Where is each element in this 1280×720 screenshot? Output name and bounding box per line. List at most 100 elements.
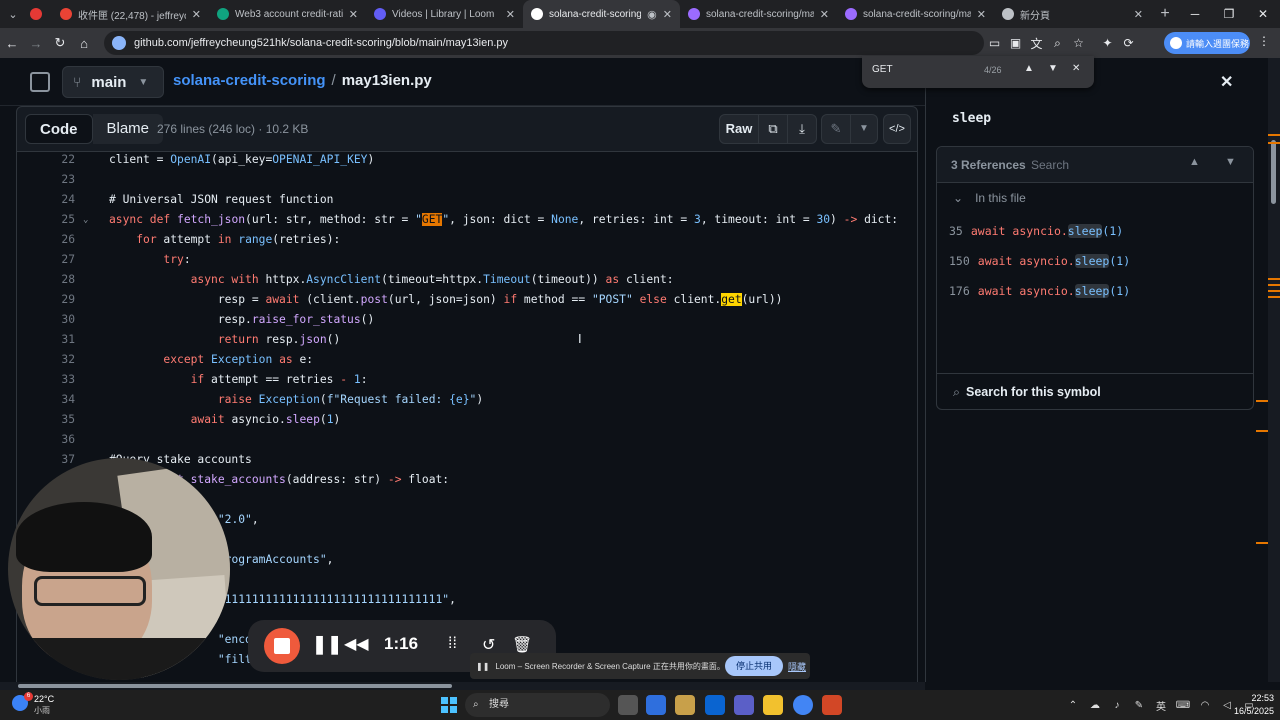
tab-close-icon[interactable]: ✕ (506, 8, 515, 21)
line-number[interactable]: 22 (17, 152, 75, 170)
ime-indicator[interactable]: 英 (1150, 698, 1172, 713)
raw-button[interactable]: Raw (719, 114, 759, 144)
close-window-icon[interactable]: ✕ (1246, 0, 1280, 28)
tab-close-icon[interactable]: ✕ (977, 8, 986, 21)
line-number[interactable]: 26 (17, 230, 75, 250)
tab-close-icon[interactable]: ✕ (663, 8, 672, 21)
line-number[interactable]: 32 (17, 350, 75, 370)
maximize-icon[interactable]: ❐ (1212, 0, 1246, 28)
microphone-icon[interactable]: ♪ (1106, 700, 1128, 711)
cast-icon[interactable]: ▭ (984, 36, 1005, 50)
fold-chevron-icon[interactable]: ⌄ (83, 210, 88, 230)
tray-app-icon[interactable]: ☁ (1084, 700, 1106, 711)
hide-banner-link[interactable]: 隱藏 (788, 660, 806, 673)
windows-start-icon[interactable] (441, 697, 457, 713)
site-info-icon[interactable] (112, 36, 126, 50)
line-number[interactable]: 24 (17, 190, 75, 210)
tab-search-icon[interactable]: ⌄ (0, 0, 26, 28)
forward-icon[interactable]: → (24, 36, 48, 51)
scrollbar-thumb[interactable] (18, 684, 452, 688)
translate-icon[interactable]: 文 (1026, 35, 1047, 52)
find-next-icon[interactable]: ▼ (1048, 63, 1058, 74)
minimize-icon[interactable]: ─ (1178, 0, 1212, 28)
address-bar[interactable]: github.com/jeffreycheung521hk/solana-cre… (104, 31, 984, 55)
line-number[interactable]: 33 (17, 370, 75, 390)
teams-icon[interactable] (734, 695, 754, 715)
symbols-panel-icon[interactable]: </> (883, 114, 911, 144)
branch-selector[interactable]: ⑂ main ▼ (62, 66, 164, 98)
vertical-scrollbar[interactable] (1256, 58, 1280, 682)
tab-github-2[interactable]: solana-credit-scoring/may1 ✕ (680, 0, 837, 28)
pause-icon[interactable]: ❚❚ (312, 634, 342, 655)
line-number[interactable]: 29 (17, 290, 75, 310)
copilot-icon[interactable] (646, 695, 666, 715)
line-number[interactable]: 36 (17, 430, 75, 450)
line-number[interactable]: 34 (17, 390, 75, 410)
in-this-file-toggle[interactable]: ⌄ In this file (953, 191, 1026, 205)
tab-gmail[interactable]: 收件匣 (22,478) - jeffreycheung ✕ (52, 0, 209, 28)
chrome-taskbar-icon[interactable] (793, 695, 813, 715)
new-tab-button[interactable]: + (1151, 5, 1179, 23)
line-number[interactable]: 35 (17, 410, 75, 430)
tab-close-icon[interactable]: ✕ (1134, 8, 1143, 21)
blame-tab[interactable]: Blame (92, 114, 164, 144)
tab-close-icon[interactable]: ✕ (820, 8, 829, 21)
line-number[interactable]: 27 (17, 250, 75, 270)
chevron-up-icon[interactable]: ▲ (1189, 156, 1200, 168)
powerpoint-icon[interactable] (822, 695, 842, 715)
taskbar-search[interactable]: ⌕ 搜尋 (465, 693, 610, 717)
sidepanel-icon[interactable]: ▣ (1005, 36, 1026, 50)
file-tree-toggle-icon[interactable] (30, 72, 50, 92)
task-view-icon[interactable] (618, 695, 638, 715)
reference-item[interactable]: 150 await asyncio.sleep(1) (937, 247, 1253, 275)
mail-icon[interactable] (705, 695, 725, 715)
extensions-icon[interactable]: ✦ (1097, 36, 1118, 50)
repo-link[interactable]: solana-credit-scoring (173, 72, 326, 89)
tray-overflow-icon[interactable]: ⌃ (1062, 700, 1084, 711)
stop-recording-button[interactable] (264, 628, 300, 664)
reference-item[interactable]: 35 await asyncio.sleep(1) (937, 217, 1253, 245)
zoom-icon[interactable]: ⌕ (1047, 36, 1068, 51)
trash-icon[interactable]: 🗑 (512, 635, 532, 655)
edit-pencil-icon[interactable]: ✎ (821, 114, 851, 144)
line-number[interactable]: 31 (17, 330, 75, 350)
pen-icon[interactable]: ✎ (1128, 700, 1150, 711)
store-icon[interactable] (675, 695, 695, 715)
reference-item[interactable]: 176 await asyncio.sleep(1) (937, 277, 1253, 305)
close-icon[interactable]: ✕ (1220, 72, 1233, 92)
drawing-tools-icon[interactable]: ⁞⁞ (448, 635, 457, 653)
tab-close-icon[interactable]: ✕ (349, 8, 358, 21)
find-close-icon[interactable]: ✕ (1072, 63, 1080, 74)
line-number[interactable]: 25 (17, 210, 75, 230)
references-search-input[interactable]: Search (1031, 158, 1069, 172)
tab-new-tab[interactable]: 新分頁 ✕ (994, 0, 1151, 28)
scrollbar-thumb[interactable] (1271, 140, 1276, 204)
find-input[interactable]: GET (872, 64, 893, 75)
wifi-icon[interactable]: ◠ (1194, 700, 1216, 711)
line-number[interactable]: 30 (17, 310, 75, 330)
copy-icon[interactable]: ⧉ (758, 114, 788, 144)
code-tab[interactable]: Code (25, 114, 93, 144)
line-number[interactable]: 37 (17, 450, 75, 470)
tab-github-3[interactable]: solana-credit-scoring/may1 ✕ (837, 0, 994, 28)
chevron-down-icon[interactable]: ▼ (1225, 156, 1236, 168)
taskbar-clock[interactable]: 22:53 16/5/2025 (1218, 692, 1274, 718)
tab-github-active[interactable]: solana-credit-scoring/m ◉ ✕ (523, 0, 680, 28)
find-previous-icon[interactable]: ▲ (1024, 63, 1034, 74)
stop-sharing-button[interactable]: 停止共用 (725, 656, 783, 676)
reload-icon[interactable]: ↻ (48, 35, 72, 51)
line-number[interactable]: 23 (17, 170, 75, 190)
sync-icon[interactable]: ⟳ (1118, 36, 1139, 50)
back-icon[interactable]: ← (0, 36, 24, 51)
horizontal-scrollbar[interactable] (0, 682, 925, 690)
bookmark-star-icon[interactable]: ☆ (1068, 36, 1089, 50)
file-explorer-icon[interactable] (763, 695, 783, 715)
tab-pinned[interactable] (26, 0, 52, 28)
tab-chatgpt[interactable]: Web3 account credit-rating ✕ (209, 0, 366, 28)
keyboard-icon[interactable]: ⌨ (1172, 700, 1194, 711)
menu-icon[interactable]: ⋮ (1258, 34, 1270, 48)
restart-icon[interactable]: ↺ (482, 635, 495, 655)
rewind-icon[interactable]: ◀◀ (344, 634, 369, 654)
search-symbol-link[interactable]: ⌕ Search for this symbol (937, 373, 1253, 410)
more-chevron-icon[interactable]: ▼ (850, 114, 878, 144)
